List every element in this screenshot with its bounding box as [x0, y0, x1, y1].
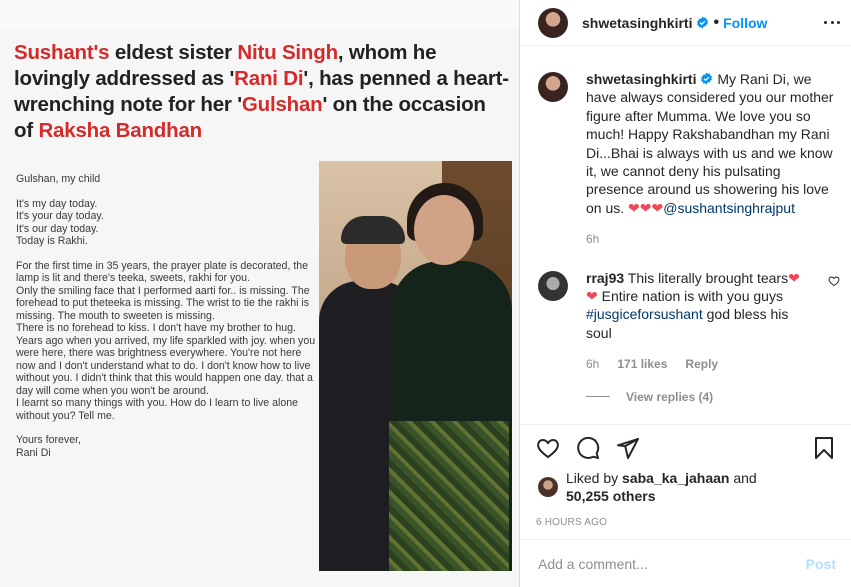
post-image[interactable]: Sushant's eldest sister Nitu Singh, whom… — [0, 0, 519, 587]
comment: rraj93 This literally brought tears❤ ❤ En… — [520, 269, 851, 374]
siblings-photo — [319, 161, 512, 571]
liked-others[interactable]: 50,255 others — [566, 488, 656, 504]
view-replies-button[interactable]: View replies (4) — [520, 390, 851, 404]
letter-paragraph: Gulshan, my child — [16, 173, 101, 185]
comments-list: shwetasinghkirti My Rani Di, we have alw… — [520, 70, 851, 404]
image-card: Sushant's eldest sister Nitu Singh, whom… — [0, 28, 519, 587]
avatar[interactable] — [538, 72, 568, 102]
follow-button[interactable]: Follow — [723, 15, 767, 31]
headline-part: Rani Di — [234, 67, 304, 90]
post-sidebar: shwetasinghkirti • Follow shwetasinghkir… — [519, 0, 851, 587]
headline-part: Nitu Singh — [237, 41, 338, 64]
heart-icon[interactable] — [828, 275, 840, 287]
liked-user[interactable]: saba_ka_jahaan — [622, 470, 729, 486]
header-username[interactable]: shwetasinghkirti — [582, 15, 692, 31]
letter-paragraph: Yours forever, Rani Di — [16, 434, 81, 459]
comment-likes[interactable]: 171 likes — [617, 357, 667, 371]
headline-text: Sushant's eldest sister Nitu Singh, whom… — [14, 40, 510, 144]
replies-divider — [586, 396, 610, 398]
bookmark-icon[interactable] — [812, 436, 836, 460]
caption-body: shwetasinghkirti My Rani Di, we have alw… — [586, 70, 836, 249]
reply-button[interactable]: Reply — [685, 357, 718, 371]
caption-meta: 6h — [586, 230, 836, 248]
comment-time[interactable]: 6h — [586, 357, 599, 371]
headline-part: eldest sister — [109, 41, 238, 64]
avatar[interactable] — [538, 7, 568, 38]
comment-text: Entire nation is with you guys — [597, 288, 783, 305]
comment-icon[interactable] — [576, 436, 600, 460]
liked-and: and — [729, 470, 757, 486]
hashtag-link[interactable]: #jusgiceforsushant — [586, 306, 703, 322]
post-button[interactable]: Post — [806, 556, 836, 572]
comment-username[interactable]: rraj93 — [586, 270, 624, 286]
action-bar: Liked by saba_ka_jahaan and 50,255 others… — [520, 424, 851, 528]
comment-input[interactable] — [538, 555, 806, 572]
post-timestamp[interactable]: 6 HOURS AGO — [520, 517, 851, 528]
heart-emoji: ❤❤❤ — [628, 199, 664, 216]
avatar[interactable] — [538, 270, 568, 301]
caption: shwetasinghkirti My Rani Di, we have alw… — [520, 70, 851, 249]
comment-text: This literally brought tears — [624, 269, 789, 286]
view-replies-label: View replies (4) — [626, 389, 714, 404]
liked-prefix: Liked by — [566, 470, 623, 486]
more-options-icon[interactable] — [824, 15, 840, 31]
caption-username[interactable]: shwetasinghkirti — [586, 71, 696, 87]
verified-badge-icon — [701, 72, 713, 85]
add-comment-bar: Post — [520, 539, 851, 587]
headline-part: Raksha Bandhan — [38, 119, 202, 142]
caption-text: My Rani Di, we have always considered yo… — [586, 71, 834, 216]
letter-paragraph: For the first time in 35 years, the pray… — [16, 259, 316, 422]
headline-part: Sushant's — [14, 41, 110, 64]
avatar[interactable] — [538, 477, 558, 497]
share-icon[interactable] — [616, 436, 640, 460]
liked-by-text: Liked by saba_ka_jahaan and 50,255 others — [566, 469, 757, 505]
verified-badge-icon — [697, 16, 709, 29]
separator-dot: • — [713, 13, 720, 31]
liked-by: Liked by saba_ka_jahaan and 50,255 others — [520, 469, 851, 505]
post-header: shwetasinghkirti • Follow — [520, 0, 851, 46]
heart-emoji: ❤ — [586, 288, 598, 305]
letter-paragraph: It's my day today. It's your day today. … — [16, 197, 104, 248]
heart-emoji: ❤ — [788, 269, 800, 286]
letter-text: Gulshan, my child It's my day today. It'… — [16, 173, 316, 471]
mention-link[interactable]: @sushantsinghrajput — [663, 200, 795, 216]
comment-body: rraj93 This literally brought tears❤ ❤ En… — [586, 269, 816, 374]
comment-meta: 6h 171 likes Reply — [586, 355, 816, 373]
headline-part: Gulshan — [241, 93, 323, 116]
action-icons — [520, 435, 851, 461]
caption-time[interactable]: 6h — [586, 232, 599, 246]
heart-icon[interactable] — [536, 436, 560, 460]
